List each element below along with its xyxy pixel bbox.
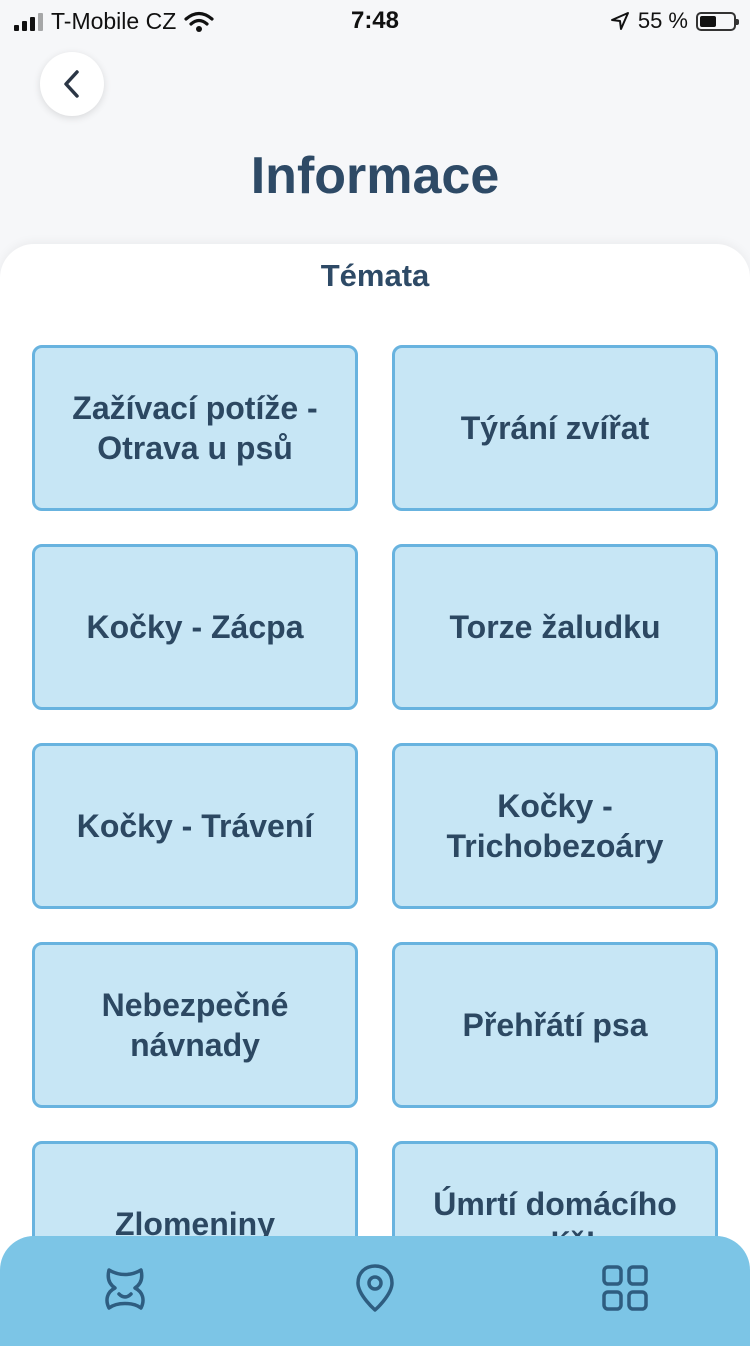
topic-tile[interactable]: Přehřátí psa <box>392 942 718 1108</box>
topic-tile[interactable]: Kočky - Trichobezoáry <box>392 743 718 909</box>
nav-item-map[interactable] <box>347 1260 403 1316</box>
nav-item-pets[interactable] <box>97 1260 153 1316</box>
topics-card: Témata Zažívací potíže - Otrava u psů Tý… <box>0 244 750 1344</box>
topic-tile[interactable]: Týrání zvířat <box>392 345 718 511</box>
section-title: Témata <box>320 258 430 293</box>
battery-percent: 55 % <box>637 8 688 33</box>
status-bar: T-Mobile CZ 7:48 55 % <box>0 0 750 42</box>
location-arrow-icon <box>610 12 629 30</box>
topic-tile[interactable]: Nebezpečné návnady <box>32 942 358 1108</box>
pet-icon <box>105 1268 145 1310</box>
topic-tile[interactable]: Kočky - Zácpa <box>32 544 358 710</box>
page-title: Informace <box>250 147 500 205</box>
chevron-left-icon <box>64 70 79 98</box>
location-pin-icon <box>356 1264 394 1312</box>
topic-tile[interactable]: Zažívací potíže - Otrava u psů <box>32 345 358 511</box>
battery-icon <box>696 11 739 31</box>
bottom-nav <box>0 1236 750 1346</box>
topic-tile[interactable]: Torze žaludku <box>392 544 718 710</box>
topic-tile[interactable]: Kočky - Trávení <box>32 743 358 909</box>
status-right: 55 % <box>610 8 739 34</box>
back-button[interactable] <box>40 52 104 116</box>
grid-icon <box>602 1265 648 1311</box>
nav-item-menu[interactable] <box>597 1260 653 1316</box>
